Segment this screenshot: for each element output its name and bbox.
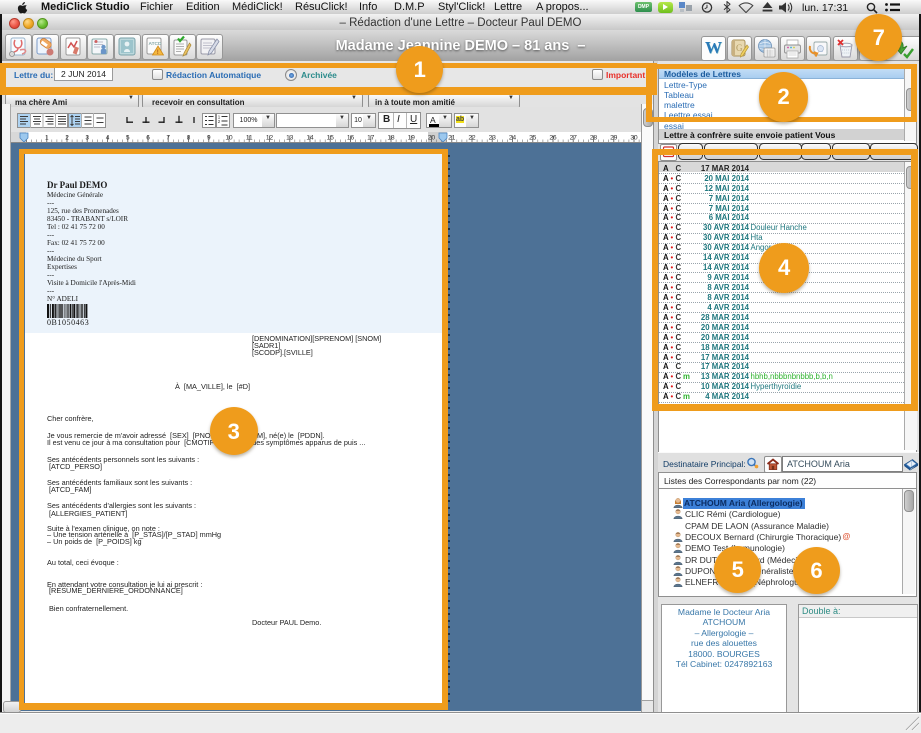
svg-text:1: 1: [45, 135, 49, 142]
svg-text:16: 16: [347, 135, 355, 142]
svg-text:25: 25: [529, 135, 537, 142]
svg-text:!: !: [156, 50, 158, 56]
svg-text:17: 17: [367, 135, 375, 142]
svg-text:18: 18: [387, 135, 395, 142]
svg-text:26: 26: [549, 135, 557, 142]
svg-text:G: G: [736, 43, 743, 53]
svg-text:5: 5: [126, 135, 130, 142]
svg-text:14: 14: [306, 135, 314, 142]
svg-text:23: 23: [489, 135, 497, 142]
svg-text:2: 2: [65, 135, 69, 142]
svg-text:30: 30: [630, 135, 638, 142]
svg-text:13: 13: [286, 135, 294, 142]
svg-text:24: 24: [509, 135, 517, 142]
svg-text:29: 29: [610, 135, 618, 142]
svg-text:11: 11: [246, 135, 253, 142]
svg-text:21: 21: [448, 135, 456, 142]
svg-text:27: 27: [570, 135, 578, 142]
svg-text:4: 4: [106, 135, 110, 142]
svg-text:12: 12: [266, 135, 274, 142]
svg-text:19: 19: [408, 135, 416, 142]
svg-text:ATCD: ATCD: [148, 41, 162, 47]
svg-text:6: 6: [146, 135, 150, 142]
svg-text:28: 28: [590, 135, 598, 142]
svg-text:9: 9: [207, 135, 211, 142]
svg-text:7: 7: [166, 135, 170, 142]
svg-text:3: 3: [85, 135, 89, 142]
svg-text:8: 8: [187, 135, 191, 142]
svg-text:22: 22: [468, 135, 476, 142]
svg-text:10: 10: [225, 135, 233, 142]
svg-text:15: 15: [327, 135, 335, 142]
svg-text:20: 20: [428, 135, 436, 142]
